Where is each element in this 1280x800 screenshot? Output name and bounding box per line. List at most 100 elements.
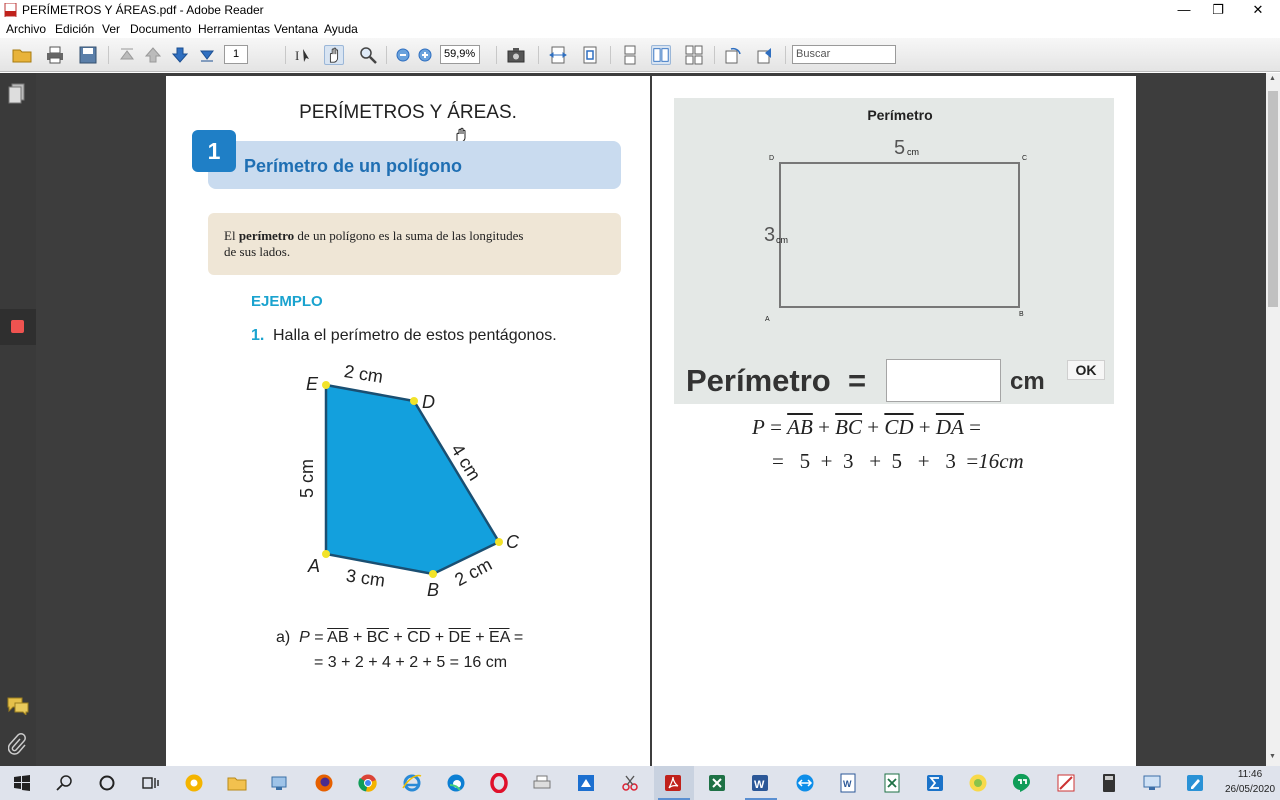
hand-tool-icon[interactable] — [324, 45, 344, 65]
scroll-down-arrow-icon[interactable]: ▼ — [1269, 753, 1277, 760]
section-number-badge: 1 — [192, 130, 236, 172]
svg-text:I: I — [295, 48, 299, 63]
corner-label-d: D — [769, 155, 775, 162]
chrome-icon[interactable] — [358, 773, 378, 793]
menu-herramientas[interactable]: Herramientas — [198, 22, 270, 36]
answer-unit-label: cm — [1010, 368, 1045, 395]
vertex-label-b: B — [427, 580, 440, 600]
select-text-icon[interactable]: I — [294, 45, 314, 65]
section-title: Perímetro de un polígono — [244, 156, 463, 176]
rotate-icon[interactable] — [723, 45, 743, 65]
opera-icon[interactable] — [489, 773, 509, 793]
sigma-equation-icon[interactable] — [925, 773, 945, 793]
vertical-scrollbar[interactable]: ▲ ▼ — [1266, 73, 1280, 766]
zoom-out-icon[interactable] — [393, 45, 413, 65]
menu-ventana[interactable]: Ventana — [274, 22, 318, 36]
rect-left-unit: cm — [776, 235, 788, 245]
toolbar: 1 / 5 I 59,9% Buscar — [0, 38, 1280, 98]
scrollbar-thumb[interactable] — [1268, 91, 1278, 307]
definition-text: El perímetro de un polígono es la suma d… — [224, 228, 524, 243]
fit-width-icon[interactable] — [548, 45, 568, 65]
menu-ayuda[interactable]: Ayuda — [324, 22, 358, 36]
last-page-icon[interactable] — [197, 45, 217, 65]
network-app-icon[interactable] — [270, 773, 290, 793]
edge-icon[interactable] — [446, 773, 466, 793]
single-page-view-icon[interactable] — [620, 45, 640, 65]
next-page-icon[interactable] — [170, 45, 190, 65]
close-button[interactable]: ✕ — [1238, 0, 1278, 20]
applet-title: Perímetro — [867, 107, 933, 123]
vertex-label-e: E — [306, 374, 319, 394]
svg-text:W: W — [754, 779, 765, 791]
corner-label-a: A — [765, 316, 770, 323]
attachment-paperclip-icon[interactable] — [8, 733, 26, 755]
paint-app-icon[interactable] — [576, 773, 596, 793]
scanner-icon[interactable] — [532, 773, 552, 793]
adobe-reader-icon[interactable] — [663, 773, 683, 793]
zoom-in-icon[interactable] — [415, 45, 435, 65]
scroll-up-arrow-icon[interactable]: ▲ — [1269, 75, 1277, 82]
pages-panel-icon[interactable] — [8, 83, 26, 105]
page-number-input[interactable]: 1 — [224, 45, 248, 64]
snapshot-camera-icon[interactable] — [506, 45, 526, 65]
comments-icon[interactable] — [7, 697, 29, 715]
formula-line-2: = 3 + 2 + 4 + 2 + 5 = 16 cm — [314, 654, 508, 671]
save-icon[interactable] — [78, 45, 98, 65]
windows-start-icon[interactable] — [12, 773, 32, 793]
pdf-page-right: Perímetro 5 cm 3 cm D C A B Perímetro = … — [652, 76, 1136, 766]
image-editor-icon[interactable] — [1056, 773, 1076, 793]
firefox-icon[interactable] — [314, 773, 334, 793]
open-folder-icon[interactable] — [12, 45, 32, 65]
menu-documento[interactable]: Documento — [130, 22, 191, 36]
menu-bar: Archivo Edición Ver Documento Herramient… — [0, 20, 1280, 38]
panel-tab[interactable] — [0, 309, 36, 345]
pdf-file-icon — [4, 3, 17, 17]
example-label: EJEMPLO — [251, 293, 323, 310]
corner-label-c: C — [1022, 155, 1028, 162]
excel-document-icon[interactable] — [882, 773, 902, 793]
clock-date[interactable]: 26/05/2020 — [1222, 784, 1278, 795]
file-explorer-icon[interactable] — [227, 773, 247, 793]
navigation-panel — [0, 73, 36, 766]
menu-edicion[interactable]: Edición — [55, 22, 94, 36]
pdf-page-left: PERÍMETROS Y ÁREAS. 1 Perímetro de un po… — [166, 76, 650, 766]
search-icon[interactable] — [55, 773, 75, 793]
print-icon[interactable] — [45, 45, 65, 65]
exercise-number: 1. — [251, 327, 265, 344]
chrome-canary-icon[interactable] — [184, 773, 204, 793]
menu-ver[interactable]: Ver — [102, 22, 120, 36]
remote-desktop-icon[interactable] — [1142, 773, 1162, 793]
two-page-scroll-icon[interactable] — [684, 45, 704, 65]
zoom-tool-icon[interactable] — [358, 45, 378, 65]
word-icon[interactable]: W — [750, 773, 770, 793]
menu-archivo[interactable]: Archivo — [6, 22, 46, 36]
internet-explorer-icon[interactable] — [402, 773, 422, 793]
teamviewer-icon[interactable] — [795, 773, 815, 793]
vertex-label-c: C — [506, 532, 519, 552]
snipping-tool-icon[interactable] — [620, 773, 640, 793]
previous-page-icon[interactable] — [143, 45, 163, 65]
search-input[interactable]: Buscar — [792, 45, 896, 64]
rect-top-length: 5 — [894, 137, 906, 159]
picasa-icon[interactable] — [968, 773, 988, 793]
cortana-icon[interactable] — [97, 773, 117, 793]
perimeter-answer-input[interactable] — [886, 359, 1001, 402]
clock-time[interactable]: 11:46 — [1225, 769, 1275, 780]
notes-app-icon[interactable] — [1185, 773, 1205, 793]
definition-text-line2: de sus lados. — [224, 244, 291, 259]
task-view-icon[interactable] — [140, 773, 160, 793]
share-document-icon[interactable] — [755, 45, 775, 65]
fit-page-icon[interactable] — [580, 45, 600, 65]
hangouts-icon[interactable] — [1012, 773, 1032, 793]
two-page-view-icon[interactable] — [651, 45, 671, 65]
first-page-icon[interactable] — [117, 45, 137, 65]
calculator-icon[interactable] — [1099, 773, 1119, 793]
ok-button[interactable]: OK — [1067, 360, 1105, 380]
zoom-level-field[interactable]: 59,9% — [440, 45, 480, 64]
excel-icon[interactable] — [707, 773, 727, 793]
bookmark-marker-icon — [11, 320, 24, 333]
svg-text:W: W — [843, 779, 852, 789]
restore-button[interactable]: ❐ — [1198, 0, 1238, 20]
word-document-icon[interactable]: W — [838, 773, 858, 793]
vertex-label-d: D — [422, 392, 435, 412]
